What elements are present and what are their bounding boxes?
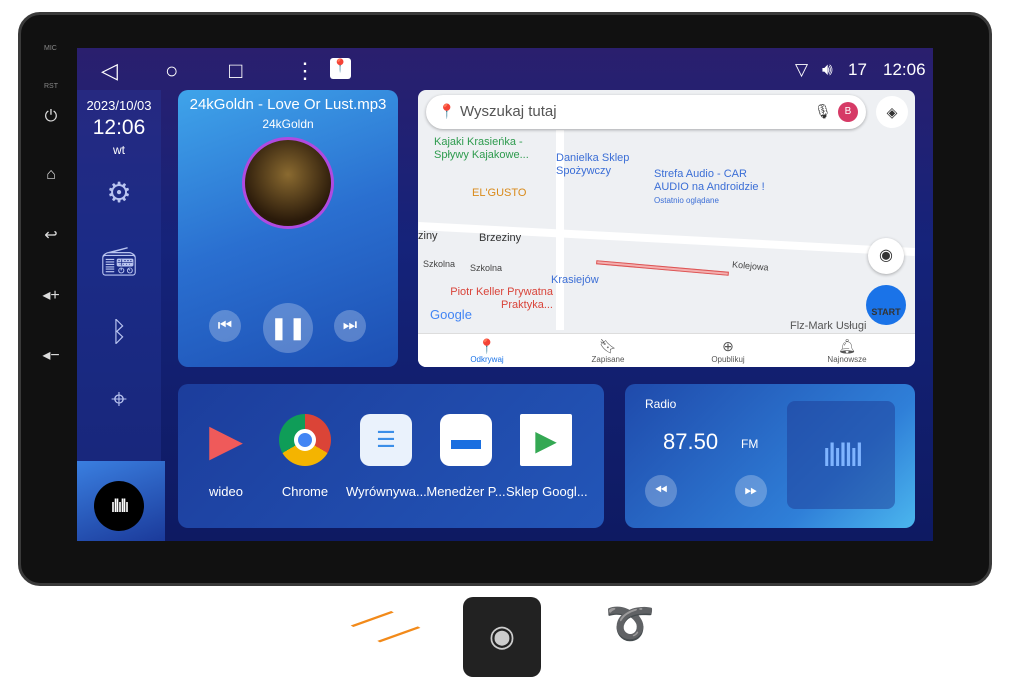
power-icon[interactable]: ⏻ — [36, 108, 66, 126]
tab-label: Opublikuj — [711, 355, 745, 364]
previous-button[interactable]: ⏮ — [209, 310, 241, 342]
app-label: Wyrównywa... — [346, 484, 427, 499]
back-icon[interactable]: ◁ — [101, 58, 118, 84]
layers-icon[interactable]: ◈ — [876, 96, 908, 128]
street-label: Kolejowa — [731, 259, 769, 273]
bluetooth-icon[interactable]: ᛒ — [99, 316, 139, 348]
app-label: wideo — [209, 484, 243, 499]
recents-icon[interactable]: □ — [229, 58, 242, 84]
clock-date: 2023/10/03 — [86, 98, 152, 113]
voice-icon[interactable]: ıllıllı — [94, 481, 144, 531]
back-icon[interactable]: ↩ — [36, 225, 66, 245]
app-label: Sklep Googl... — [506, 484, 588, 499]
maps-icon[interactable]: 📍 — [330, 58, 351, 79]
seek-forward-button[interactable]: ⏩︎ — [735, 475, 767, 507]
poi-krasiejow[interactable]: Krasiejów — [551, 274, 599, 287]
app-file-manager[interactable]: ▬ Menedżer P... — [426, 414, 506, 499]
poi-kajaki[interactable]: Kajaki Krasieńka - Spływy Kajakowe... — [434, 136, 544, 162]
rear-camera-image: ◉ — [463, 597, 541, 677]
radio-frequency: 87.50 — [663, 429, 719, 454]
pin-icon: 📍 — [478, 338, 496, 354]
rail-platform — [596, 260, 729, 276]
seek-back-button[interactable]: ⏪︎ — [645, 475, 677, 507]
tab-label: Najnowsze — [827, 355, 867, 364]
bookmark-icon: 🔖︎ — [599, 338, 617, 354]
audio-wave-icon: ıIıIIıI — [787, 401, 895, 509]
home-icon[interactable]: ○ — [165, 58, 178, 84]
wifi-icon: ▽ — [795, 60, 809, 79]
reset-label: RST — [44, 83, 58, 90]
app-wideo[interactable]: ▶ wideo — [186, 414, 266, 500]
tab-opublikuj[interactable]: ⊕ Opublikuj — [688, 338, 768, 364]
apps-widget: ▶ wideo Chrome ☰ Wyrównywa... ▬ Menedżer P.… — [178, 384, 604, 528]
add-circle-icon: ⊕ — [722, 338, 734, 354]
track-artist: 24kGoldn — [262, 117, 314, 131]
map-search-input[interactable]: Wyszukaj tutaj — [460, 103, 557, 120]
app-equalizer[interactable]: ☰ Wyrównywa... — [346, 414, 427, 499]
street-label: ziny — [418, 230, 438, 242]
chrome-icon — [279, 414, 331, 466]
app-label: Menedżer P... — [426, 484, 506, 499]
location-icon[interactable]: ⌖ — [99, 383, 139, 416]
next-button[interactable]: ⏭ — [334, 310, 366, 342]
avatar[interactable]: B — [838, 102, 858, 122]
volume-level: 17 — [848, 60, 867, 79]
play-store-icon: ▶ — [520, 414, 572, 466]
mic-label: MIC — [44, 45, 57, 52]
music-widget: 24kGoldn - Love Or Lust.mp3 24kGoldn ⏮ ❚… — [178, 90, 398, 367]
bell-icon: 🔔︎ — [838, 338, 856, 354]
my-location-icon[interactable]: ◉ — [868, 238, 904, 274]
tab-label: Odkrywaj — [470, 355, 504, 364]
start-button[interactable]: START — [866, 285, 906, 325]
poi-elgusto[interactable]: EL'GUSTO — [472, 187, 526, 200]
google-logo: Google — [430, 307, 472, 322]
poi-strefa-sub: Ostatnio oglądane — [654, 196, 719, 205]
app-chrome[interactable]: Chrome — [265, 414, 345, 499]
status-time: 12:06 — [883, 60, 926, 79]
volume-down-icon[interactable]: ◂− — [36, 345, 66, 365]
tab-zapisane[interactable]: 🔖︎ Zapisane — [568, 338, 648, 364]
poi-strefa[interactable]: Strefa Audio - CAR AUDIO na Androidzie ! — [654, 168, 784, 194]
radio-band: FM — [741, 437, 759, 451]
poi-danielka[interactable]: Danielka Sklep Spożywczy — [556, 152, 646, 178]
pry-tools-image: ⟋⟋ — [345, 591, 424, 665]
street-label: Szkolna — [423, 259, 456, 269]
more-icon[interactable]: ⋮ — [294, 58, 316, 84]
tab-label: Zapisane — [591, 355, 625, 364]
radio-icon[interactable]: 📻︎ — [99, 245, 139, 278]
street-label: Szkolna — [470, 263, 503, 273]
track-title: 24kGoldn - Love Or Lust.mp3 — [189, 96, 387, 113]
settings-icon[interactable]: ⚙ — [99, 176, 139, 209]
clock-time: 12:06 — [92, 116, 146, 139]
app-label: Chrome — [281, 484, 329, 499]
mic-icon[interactable]: 🎙︎ — [814, 103, 832, 120]
volume-icon[interactable]: 🔊︎ — [822, 60, 833, 80]
clock-day: wt — [113, 143, 125, 157]
radio-title: Radio — [645, 397, 677, 411]
tab-odkrywaj[interactable]: 📍 Odkrywaj — [447, 338, 527, 364]
equalizer-icon: ☰ — [360, 414, 412, 466]
maps-pin-icon: 📍 — [438, 103, 456, 119]
app-play-store[interactable]: ▶ Sklep Googl... — [506, 414, 588, 499]
street-label: Brzeziny — [479, 232, 522, 244]
home-icon[interactable]: ⌂ — [36, 166, 66, 184]
video-play-icon: ▶ — [209, 415, 243, 465]
screen: ◁ ○ □ ⋮ 📍 ▽ 🔊︎ 17 12:06 2023/10/03 12:06… — [77, 48, 933, 541]
volume-up-icon[interactable]: ◂+ — [36, 285, 66, 305]
folder-icon: ▬ — [440, 414, 492, 466]
map-tab-bar: 📍 Odkrywaj 🔖︎ Zapisane ⊕ Opublikuj 🔔︎ Najnow… — [418, 333, 915, 367]
radio-widget[interactable]: Radio 87.50 FM ⏪︎ ⏩︎ ıIıIIıI — [625, 384, 915, 528]
microphone-image: ➰ — [605, 602, 655, 646]
map-search-bar[interactable]: 📍 Wyszukaj tutaj 🎙︎ B — [426, 95, 866, 129]
tab-najnowsze[interactable]: 🔔︎ Najnowsze — [807, 338, 887, 364]
map-widget[interactable]: 📍 Wyszukaj tutaj 🎙︎ B ◈ Kajaki Krasieńka… — [418, 90, 915, 367]
pause-button[interactable]: ❚❚ — [263, 303, 313, 353]
album-art — [242, 137, 334, 229]
